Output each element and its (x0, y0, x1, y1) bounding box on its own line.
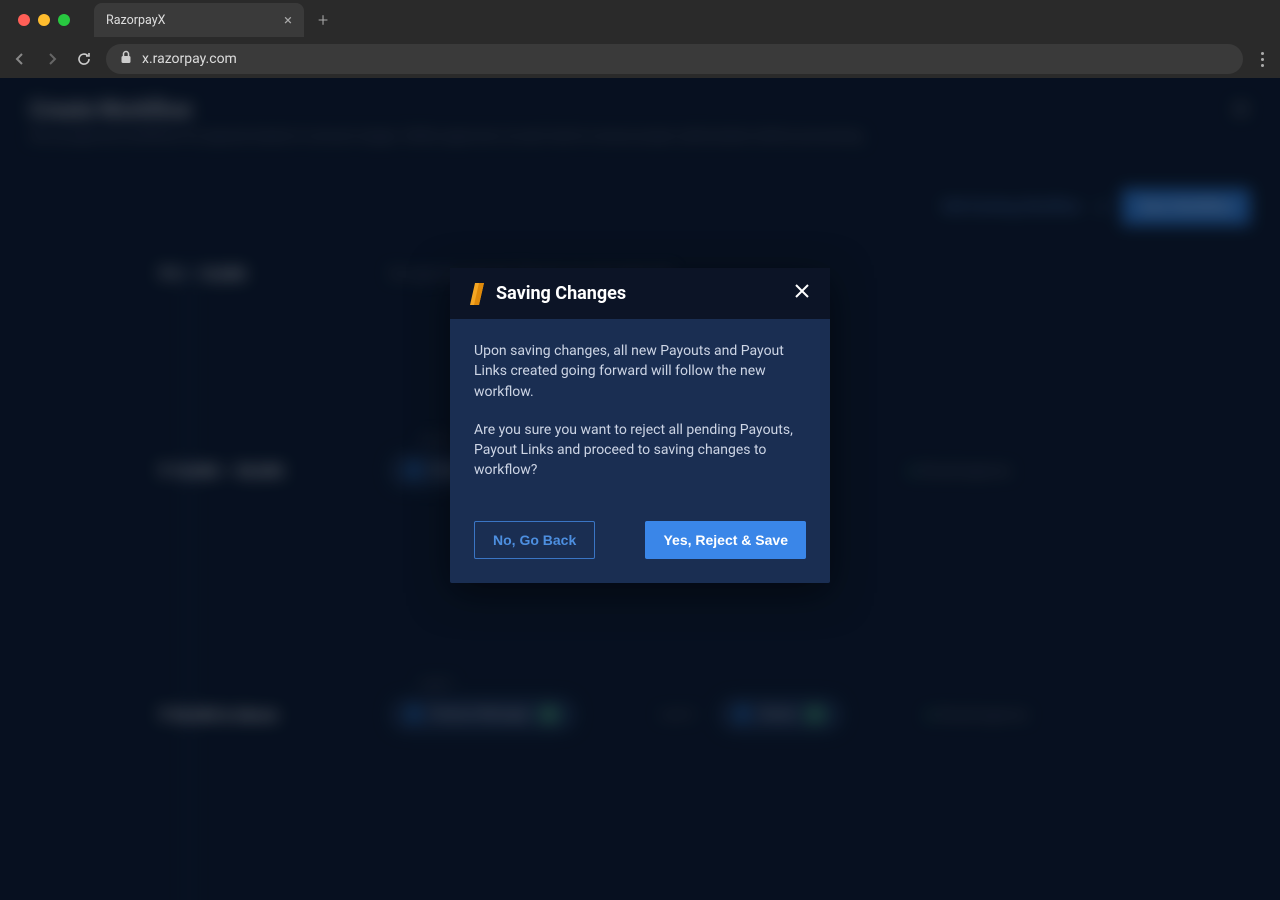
forward-button[interactable] (42, 51, 62, 67)
browser-menu-button[interactable] (1255, 52, 1270, 67)
modal-body: Upon saving changes, all new Payouts and… (450, 319, 830, 521)
modal-title: Saving Changes (496, 283, 626, 304)
razorpay-slash-icon (470, 283, 484, 305)
url-text: x.razorpay.com (142, 51, 237, 67)
tab-bar: RazorpayX × + (0, 0, 1280, 40)
app-body: Create Workflow Set up approval workflow… (0, 78, 1280, 900)
reject-and-save-button[interactable]: Yes, Reject & Save (645, 521, 806, 559)
modal-header: Saving Changes (450, 268, 830, 319)
close-icon (794, 283, 810, 299)
modal-overlay: Saving Changes Upon saving changes, all … (0, 78, 1280, 900)
close-window-button[interactable] (18, 14, 30, 26)
browser-chrome: RazorpayX × + x.razorpay.com (0, 0, 1280, 78)
minimize-window-button[interactable] (38, 14, 50, 26)
saving-changes-modal: Saving Changes Upon saving changes, all … (450, 268, 830, 583)
go-back-button[interactable]: No, Go Back (474, 521, 595, 559)
modal-paragraph: Upon saving changes, all new Payouts and… (474, 341, 806, 402)
window-controls (10, 14, 78, 26)
close-tab-icon[interactable]: × (284, 11, 292, 29)
address-bar[interactable]: x.razorpay.com (106, 44, 1243, 74)
lock-icon (120, 50, 132, 68)
new-tab-button[interactable]: + (318, 10, 328, 31)
reload-button[interactable] (74, 51, 94, 67)
browser-tab[interactable]: RazorpayX × (94, 3, 304, 37)
close-modal-button[interactable] (794, 282, 810, 305)
back-button[interactable] (10, 51, 30, 67)
modal-paragraph: Are you sure you want to reject all pend… (474, 420, 806, 481)
maximize-window-button[interactable] (58, 14, 70, 26)
address-bar-row: x.razorpay.com (0, 40, 1280, 78)
modal-footer: No, Go Back Yes, Reject & Save (450, 521, 830, 583)
tab-title: RazorpayX (106, 13, 165, 28)
